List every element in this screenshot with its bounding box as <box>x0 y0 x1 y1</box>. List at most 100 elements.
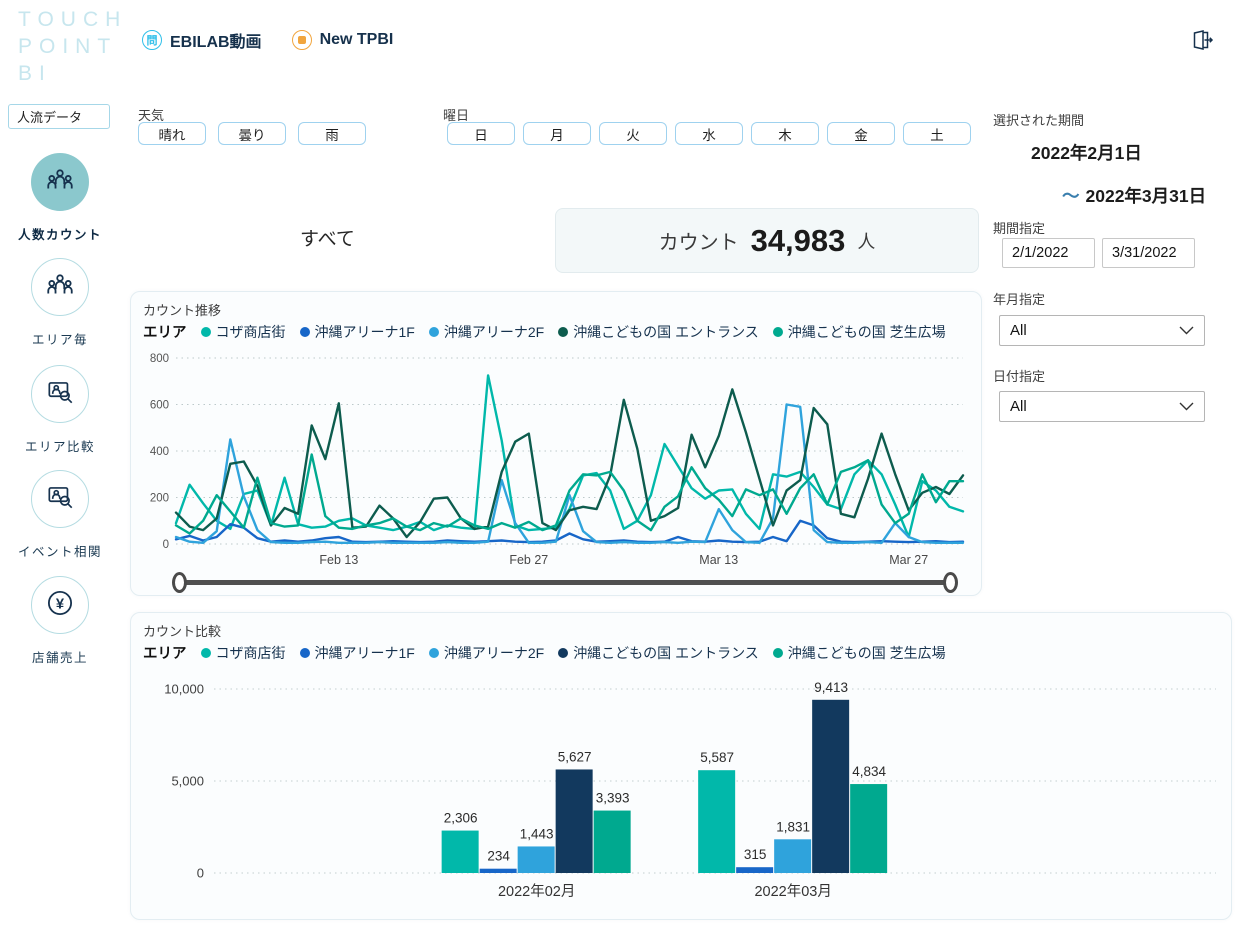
legend-area-label: エリア <box>143 646 187 662</box>
line-chart-legend: エリア コザ商店街 沖縄アリーナ1F 沖縄アリーナ2F 沖縄こどもの国 エントランス 沖縄… <box>143 321 946 342</box>
legend-item[interactable]: 沖縄アリーナ2F <box>428 643 544 663</box>
sidebar-item-4[interactable]: ¥ 店舗売上 <box>0 576 120 666</box>
svg-text:Mar 13: Mar 13 <box>699 553 738 567</box>
weekday-button[interactable]: 金 <box>827 122 895 145</box>
svg-text:¥: ¥ <box>56 596 65 612</box>
svg-text:2022年03月: 2022年03月 <box>754 883 831 900</box>
count-card: カウント 34,983 人 <box>555 208 979 273</box>
svg-text:Mar 27: Mar 27 <box>889 553 928 567</box>
month-select-label: 年月指定 <box>993 292 1046 307</box>
svg-text:315: 315 <box>744 847 767 862</box>
sidebar-item-0[interactable]: 人数カウント <box>0 153 120 243</box>
tab-ebilab-video[interactable]: 問 EBILAB動画 <box>142 28 262 52</box>
tab-label: EBILAB動画 <box>170 34 262 51</box>
logout-icon[interactable] <box>1188 27 1214 53</box>
yen-icon: ¥ <box>43 586 77 625</box>
legend-dot <box>772 326 783 337</box>
legend-item[interactable]: コザ商店街 <box>200 322 286 342</box>
event-correlation-icon <box>44 481 76 518</box>
weather-button[interactable]: 晴れ <box>138 122 206 145</box>
legend-dot <box>200 326 211 337</box>
weekday-button[interactable]: 木 <box>751 122 819 145</box>
people-icon <box>44 164 76 201</box>
weather-button-group: 晴れ 曇り雨 <box>138 122 366 145</box>
legend-item[interactable]: 沖縄こどもの国 芝生広場 <box>772 643 946 663</box>
svg-text:400: 400 <box>150 446 169 458</box>
chevron-down-icon <box>1179 326 1194 335</box>
sidebar-item-label: エリア毎 <box>31 333 88 347</box>
count-value: 34,983 <box>750 222 846 258</box>
svg-text:0: 0 <box>163 539 169 551</box>
svg-text:800: 800 <box>150 353 169 365</box>
legend-item[interactable]: コザ商店街 <box>200 643 286 663</box>
question-circle-icon: 問 <box>142 30 162 50</box>
weather-button[interactable]: 雨 <box>298 122 366 145</box>
count-label: カウント <box>658 232 739 254</box>
legend-item[interactable]: 沖縄アリーナ2F <box>428 322 544 342</box>
app-logo-line: TOUCH <box>18 8 128 31</box>
tab-new-tpbi[interactable]: New TPBI <box>291 30 394 50</box>
weekday-button[interactable]: 日 <box>447 122 515 145</box>
slider-handle-left[interactable] <box>172 572 187 593</box>
svg-text:200: 200 <box>150 493 169 505</box>
sidebar-item-label: エリア比較 <box>24 440 95 454</box>
count-compare-panel: カウント比較 エリア コザ商店街 沖縄アリーナ1F 沖縄アリーナ2F 沖縄こどもの国 エ… <box>130 612 1232 920</box>
date-select-label: 日付指定 <box>993 369 1046 384</box>
legend-name: 沖縄アリーナ1F <box>314 323 415 340</box>
legend-name: 沖縄こどもの国 エントランス <box>573 323 759 340</box>
legend-item[interactable]: 沖縄こどもの国 エントランス <box>558 322 759 342</box>
svg-text:600: 600 <box>150 400 169 412</box>
legend-name: コザ商店街 <box>215 323 286 340</box>
svg-text:1,443: 1,443 <box>520 826 554 841</box>
legend-name: 沖縄こどもの国 芝生広場 <box>787 323 946 340</box>
sidebar-item-2[interactable]: エリア比較 <box>0 365 120 455</box>
line-chart-title: カウント推移 <box>143 303 222 318</box>
weekday-button[interactable]: 水 <box>675 122 743 145</box>
svg-text:3,393: 3,393 <box>596 791 630 806</box>
legend-dot <box>200 647 211 658</box>
orange-square-circle-icon <box>291 30 312 50</box>
app-logo-line: POINT <box>18 35 118 58</box>
sidebar-item-1[interactable]: エリア毎 <box>0 258 120 348</box>
legend-name: 沖縄アリーナ1F <box>314 644 415 661</box>
start-date-input[interactable] <box>1002 238 1095 268</box>
slider-track[interactable] <box>179 580 951 585</box>
scope-label: すべて <box>300 229 355 250</box>
legend-dot <box>558 326 569 337</box>
legend-item[interactable]: 沖縄アリーナ1F <box>299 322 415 342</box>
weekday-button[interactable]: 月 <box>523 122 591 145</box>
line-chart[interactable]: 0 200 400 600 800 Feb 13 Feb 27 Mar 13 Mar 27 <box>137 346 977 576</box>
svg-text:9,413: 9,413 <box>814 680 848 695</box>
svg-text:1,831: 1,831 <box>776 819 810 834</box>
date-select-value: All <box>1010 398 1027 415</box>
tilde-separator: ～ <box>1062 186 1080 206</box>
end-date-input[interactable] <box>1102 238 1195 268</box>
weekday-button[interactable]: 火 <box>599 122 667 145</box>
legend-dot <box>558 647 569 658</box>
people-icon <box>44 269 76 306</box>
svg-text:5,000: 5,000 <box>171 774 204 789</box>
count-unit: 人 <box>857 231 876 252</box>
legend-item[interactable]: 沖縄アリーナ1F <box>299 643 415 663</box>
legend-name: 沖縄こどもの国 芝生広場 <box>787 644 946 661</box>
date-select-dropdown[interactable]: All <box>999 391 1205 422</box>
count-trend-panel: カウント推移 エリア コザ商店街 沖縄アリーナ1F 沖縄アリーナ2F 沖縄こどもの国 エ… <box>130 291 982 596</box>
sidebar-item-3[interactable]: イベント相関 <box>0 470 120 560</box>
legend-item[interactable]: 沖縄こどもの国 芝生広場 <box>772 322 946 342</box>
sidebar-item-label: 人数カウント <box>17 228 102 242</box>
weather-button[interactable]: 曇り <box>218 122 286 145</box>
period-end-date: 2022年3月31日 <box>1085 186 1207 206</box>
legend-item[interactable]: 沖縄こどもの国 エントランス <box>558 643 759 663</box>
weekday-button[interactable]: 土 <box>903 122 971 145</box>
month-select-dropdown[interactable]: All <box>999 315 1205 346</box>
sidebar-filter-input[interactable] <box>8 104 110 129</box>
sidebar-item-label: 店舗売上 <box>31 651 88 665</box>
area-compare-icon <box>44 376 76 413</box>
bar-chart-title: カウント比較 <box>143 624 222 639</box>
svg-text:5,627: 5,627 <box>558 749 592 764</box>
bar-chart[interactable]: 0 5,000 10,000 2,306 234 1,443 5,627 3,393 2022年… <box>139 669 1225 913</box>
svg-text:234: 234 <box>487 849 510 864</box>
slider-handle-right[interactable] <box>943 572 958 593</box>
period-end-row: ～ 2022年3月31日 <box>1062 183 1206 208</box>
tab-label: New TPBI <box>319 31 394 48</box>
